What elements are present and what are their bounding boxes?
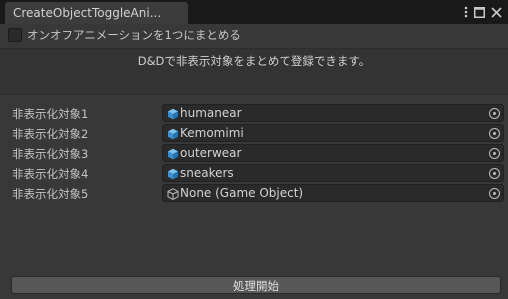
- object-picker-icon[interactable]: [489, 108, 500, 119]
- object-field[interactable]: humanear: [162, 104, 504, 122]
- close-icon[interactable]: [491, 6, 502, 18]
- target-field-row-2: 非表示化対象2 Kemomimi: [12, 124, 504, 142]
- object-picker-icon[interactable]: [489, 188, 500, 199]
- prefab-cube-icon: [168, 148, 178, 160]
- object-field[interactable]: outerwear: [162, 144, 504, 162]
- target-field-label: 非表示化対象2: [12, 127, 89, 141]
- merge-animation-label: オンオフアニメーションを1つにまとめる: [27, 28, 241, 42]
- object-field-value: sneakers: [180, 166, 234, 180]
- target-field-row-4: 非表示化対象4 sneakers: [12, 164, 504, 182]
- window-controls: [464, 5, 502, 19]
- editor-panel: オンオフアニメーションを1つにまとめる D&Dで非表示対象をまとめて登録できます…: [0, 24, 508, 299]
- start-process-button[interactable]: 処理開始: [11, 276, 501, 294]
- target-field-label: 非表示化対象5: [12, 187, 89, 201]
- object-picker-icon[interactable]: [489, 168, 500, 179]
- object-field[interactable]: sneakers: [162, 164, 504, 182]
- merge-animation-toggle[interactable]: オンオフアニメーションを1つにまとめる: [8, 27, 241, 43]
- target-field-label: 非表示化対象3: [12, 147, 89, 161]
- target-field-label: 非表示化対象1: [12, 107, 89, 121]
- maximize-icon[interactable]: [474, 6, 485, 18]
- target-field-row-5: 非表示化対象5 None (Game Object): [12, 184, 504, 202]
- prefab-cube-icon: [168, 168, 178, 180]
- prefab-cube-icon: [168, 108, 178, 120]
- target-field-row-1: 非表示化対象1 humanear: [12, 104, 504, 122]
- kebab-menu-icon[interactable]: [464, 6, 468, 18]
- object-field-value: humanear: [180, 106, 242, 120]
- window-tab[interactable]: CreateObjectToggleAni...: [5, 2, 188, 24]
- merge-animation-checkbox[interactable]: [8, 28, 22, 42]
- prefab-cube-icon: [168, 128, 178, 140]
- object-field[interactable]: Kemomimi: [162, 124, 504, 142]
- gameobject-cube-icon: [167, 188, 179, 200]
- object-picker-icon[interactable]: [489, 128, 500, 139]
- object-field-value: Kemomimi: [180, 126, 244, 140]
- help-text: D&Dで非表示対象をまとめて登録できます。: [137, 54, 371, 68]
- object-field-value: outerwear: [180, 146, 242, 160]
- object-field[interactable]: None (Game Object): [162, 184, 504, 202]
- window-tab-title: CreateObjectToggleAni...: [13, 6, 162, 20]
- target-field-label: 非表示化対象4: [12, 167, 89, 181]
- help-box: D&Dで非表示対象をまとめて登録できます。: [0, 48, 508, 95]
- object-field-value: None (Game Object): [180, 186, 304, 200]
- object-picker-icon[interactable]: [489, 148, 500, 159]
- window-tab-bar: CreateObjectToggleAni...: [0, 0, 508, 24]
- target-field-row-3: 非表示化対象3 outerwear: [12, 144, 504, 162]
